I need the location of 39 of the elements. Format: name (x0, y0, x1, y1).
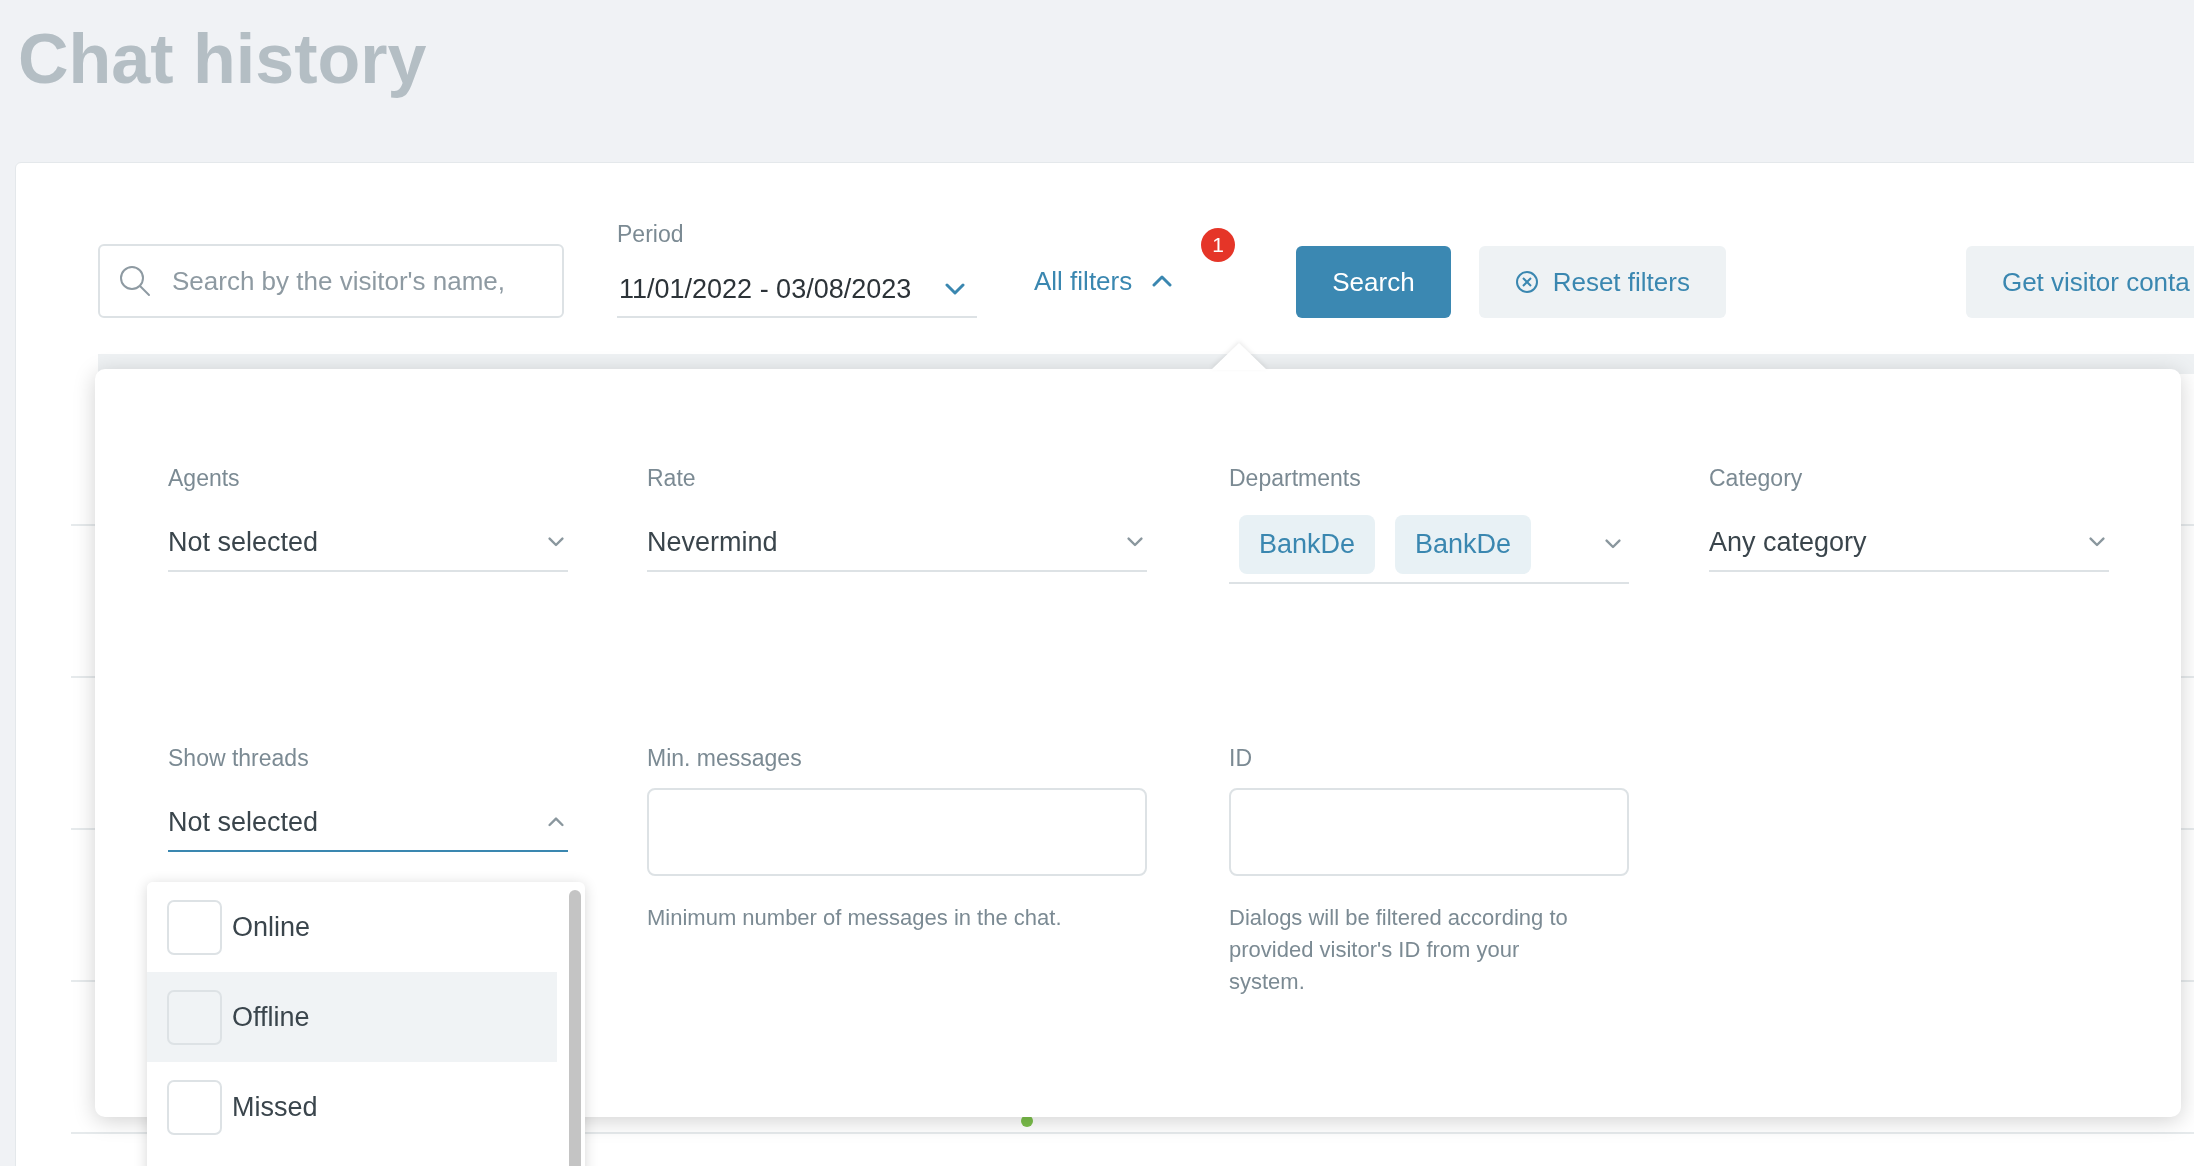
search-icon (118, 264, 152, 298)
tag: BankDe (1239, 514, 1376, 574)
select-field[interactable]: Any category (1709, 514, 2109, 572)
input-field[interactable] (1229, 788, 1629, 876)
chevron-down-icon (548, 537, 564, 547)
chevron-up-icon (548, 817, 564, 827)
select-field[interactable]: Not selected (168, 514, 568, 572)
field-label: Period (617, 221, 685, 248)
action-button[interactable]: Get visitor conta (1965, 246, 2194, 318)
search-button[interactable]: Search (1296, 246, 1451, 318)
count-badge: 1 (1201, 228, 1235, 262)
chevron-down-icon (945, 283, 965, 295)
checkbox[interactable] (167, 1079, 222, 1135)
reset-button[interactable]: Reset filters (1478, 246, 1726, 318)
select-field[interactable]: Nevermind (647, 514, 1147, 572)
field-label: Min. messages (647, 745, 803, 772)
field-label: Show threads (168, 745, 310, 772)
search-field[interactable]: Search by the visitor's name, (98, 244, 564, 318)
chevron-up-icon (1152, 275, 1173, 287)
close-icon (1514, 270, 1539, 294)
chevron-down-icon (1605, 539, 1621, 549)
date-range-field[interactable]: 11/01/2022 - 03/08/2023 (617, 262, 977, 318)
dropdown-option[interactable]: Online (147, 882, 557, 972)
field-label: Departments (1229, 465, 1362, 492)
checkbox[interactable] (167, 899, 222, 955)
dropdown-option[interactable]: Offline (147, 972, 557, 1062)
select-field[interactable]: Not selected (168, 794, 568, 852)
chevron-down-icon (1127, 537, 1143, 547)
help-text: Dialogs will be filtered according to provided visitor's ID from your system. (1229, 904, 1569, 996)
page-title: Chat history (17, 19, 428, 100)
field-label: ID (1229, 745, 1253, 772)
field-label: Agents (168, 465, 241, 492)
tag: BankDe (1395, 514, 1532, 574)
field-label: Category (1709, 465, 1804, 492)
scrollbar[interactable] (569, 890, 581, 1166)
field-label: Rate (647, 465, 697, 492)
chevron-down-icon (2089, 537, 2105, 547)
help-text: Minimum number of messages in the chat. (647, 904, 1063, 932)
input-field[interactable] (647, 788, 1147, 876)
